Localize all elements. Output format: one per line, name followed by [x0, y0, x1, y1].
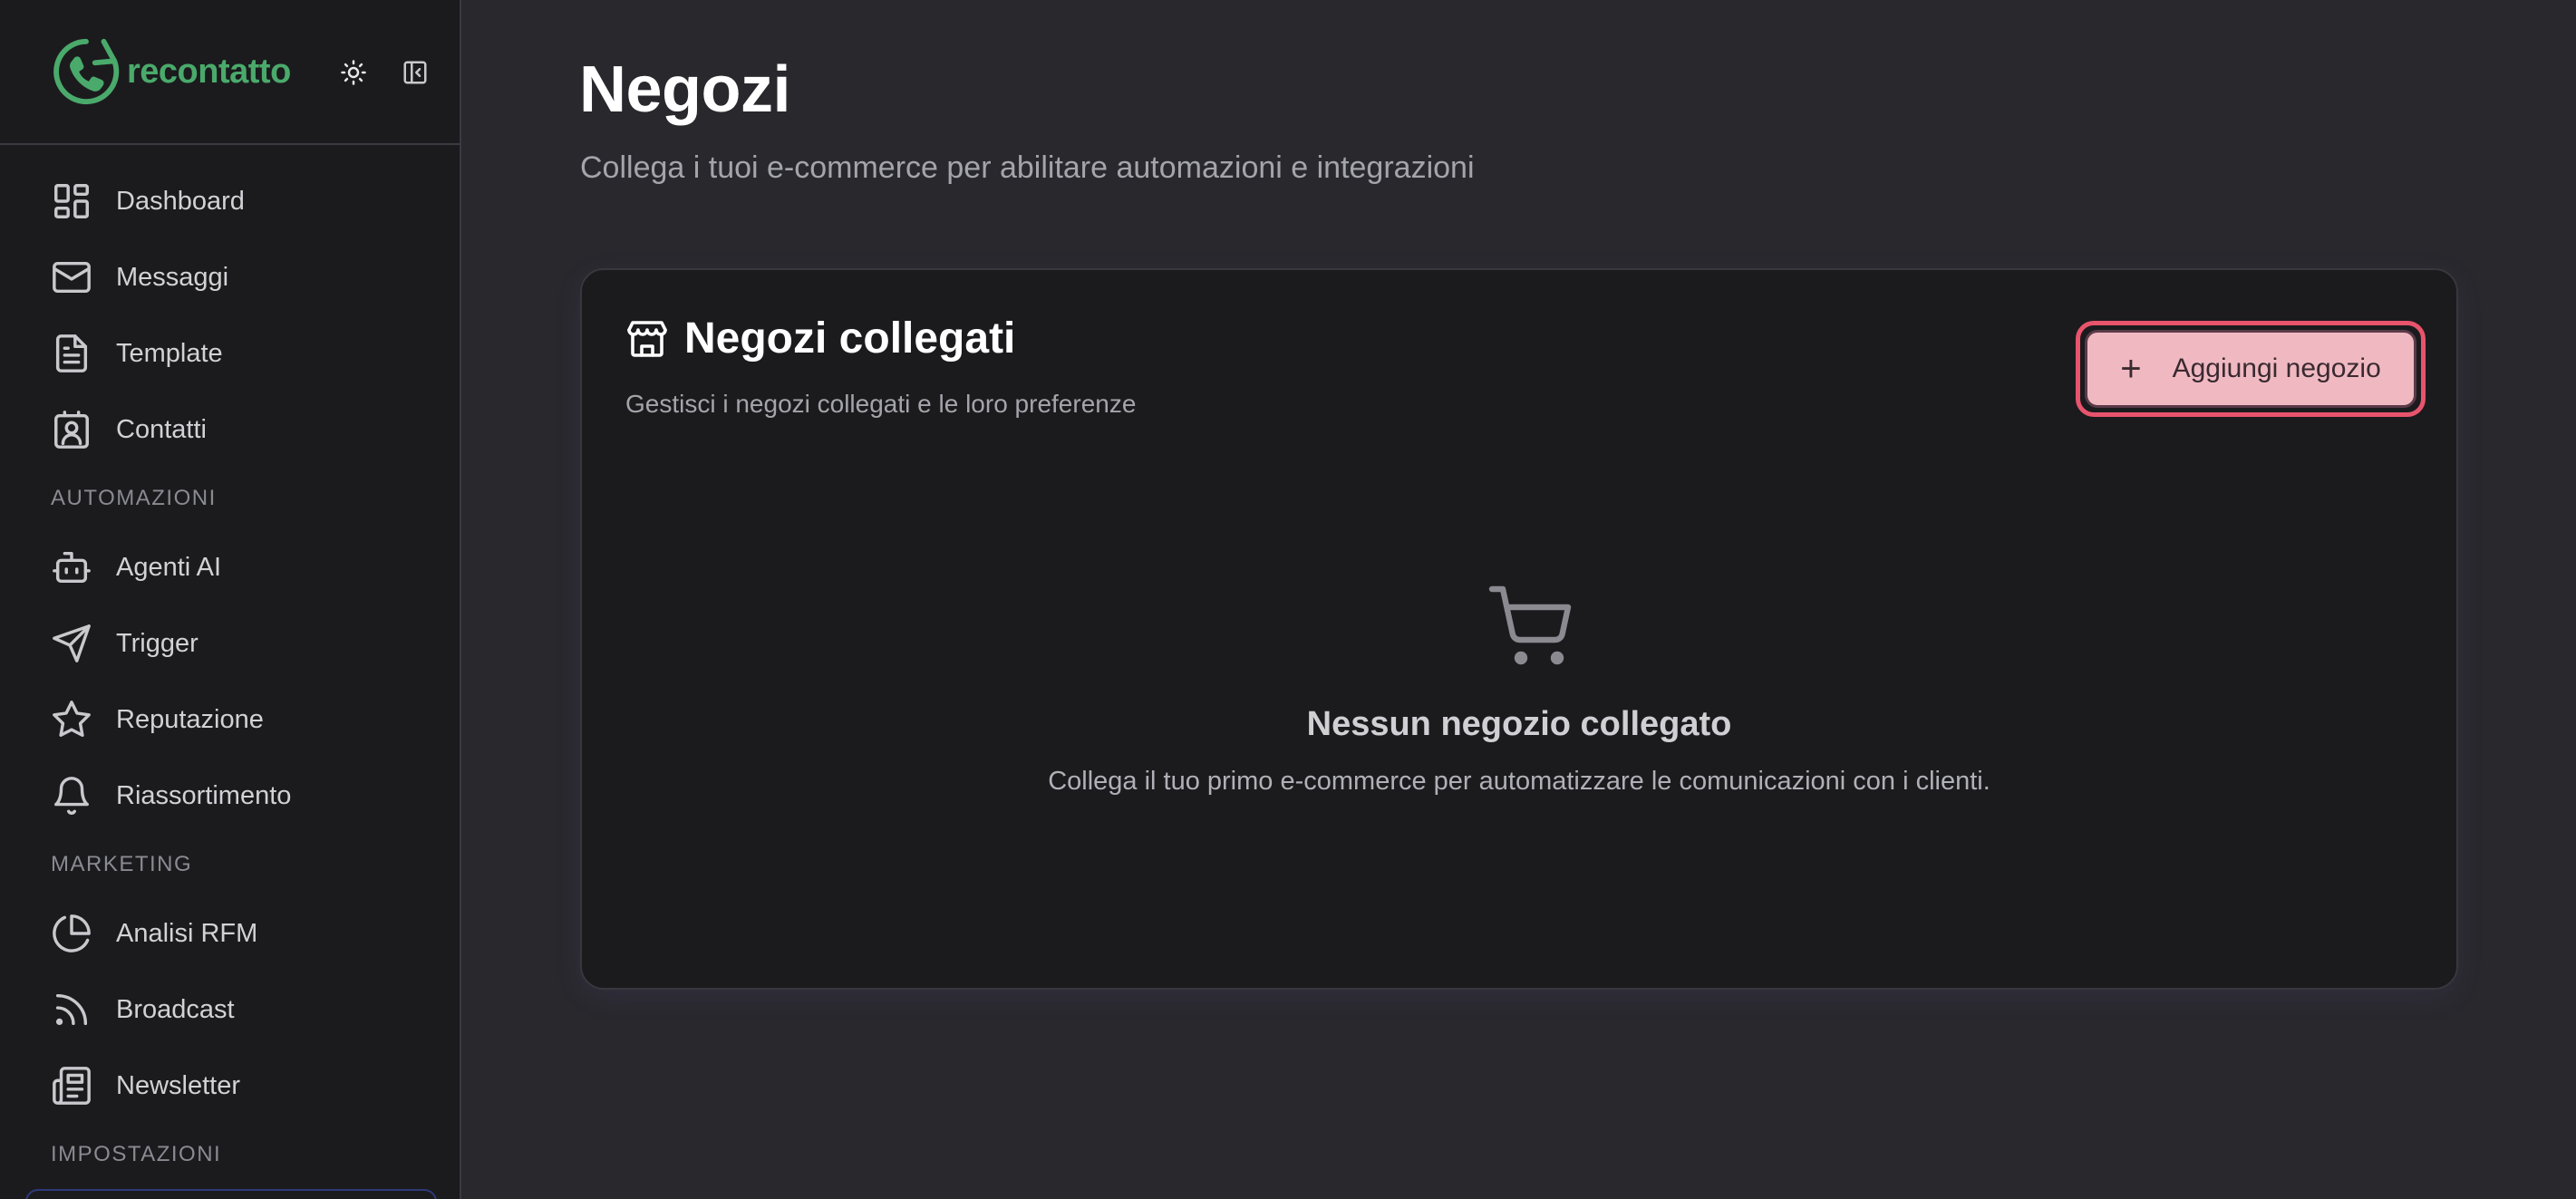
sidebar-item-label: Reputazione: [116, 704, 264, 734]
theme-toggle-button[interactable]: [334, 53, 373, 92]
sidebar-item-label: Riassortimento: [116, 780, 292, 810]
sidebar-item-label: Dashboard: [116, 186, 245, 216]
sidebar-item-label: Trigger: [116, 628, 199, 658]
sidebar-item-messaggi[interactable]: Messaggi: [0, 239, 460, 315]
sidebar-item-newsletter[interactable]: Newsletter: [0, 1048, 460, 1124]
sidebar: recontatto Dashboard Messaggi Template C…: [0, 0, 461, 1199]
sidebar-item-dashboard[interactable]: Dashboard: [0, 163, 460, 239]
sidebar-item-label: Broadcast: [116, 994, 235, 1024]
section-label-impostazioni: IMPOSTAZIONI: [51, 1142, 222, 1166]
brand-name: recontatto: [127, 52, 291, 91]
collapse-sidebar-button[interactable]: [395, 53, 435, 92]
empty-state-title: Nessun negozio collegato: [1306, 705, 1732, 743]
page-subtitle: Collega i tuoi e-commerce per abilitare …: [580, 150, 1475, 185]
sidebar-item-template[interactable]: Template: [0, 315, 460, 392]
store-icon: [627, 321, 667, 357]
sun-icon: [341, 60, 366, 85]
plus-icon: +: [2120, 349, 2142, 389]
sidebar-item-riassortimento[interactable]: Riassortimento: [0, 758, 460, 834]
bell-icon: [54, 777, 89, 815]
add-store-button-focus-ring: + Aggiungi negozio: [2076, 321, 2426, 417]
connected-stores-card: Negozi collegati Gestisci i negozi colle…: [580, 268, 2458, 990]
sidebar-item-broadcast[interactable]: Broadcast: [0, 972, 460, 1048]
rss-icon: [55, 993, 88, 1026]
star-icon: [53, 701, 91, 737]
brand-header: recontatto: [0, 0, 460, 145]
sidebar-item-label: Contatti: [116, 414, 207, 444]
sidebar-item-analisi-rfm[interactable]: Analisi RFM: [0, 895, 460, 972]
sidebar-item-label: Messaggi: [116, 262, 229, 292]
dashboard-icon: [54, 184, 89, 218]
phone-callback-logo-icon: [53, 38, 120, 105]
sidebar-item-label: Analisi RFM: [116, 918, 258, 948]
bot-icon: [53, 551, 91, 584]
section-label-automazioni: AUTOMAZIONI: [51, 486, 217, 510]
shopping-cart-icon: [1488, 585, 1572, 665]
file-text-icon: [55, 334, 88, 372]
empty-state-description: Collega il tuo primo e-commerce per auto…: [1048, 767, 1990, 796]
add-store-button-label: Aggiungi negozio: [2172, 353, 2381, 383]
sidebar-item-contatti[interactable]: Contatti: [0, 392, 460, 468]
mail-icon: [53, 261, 91, 294]
sidebar-item-trigger[interactable]: Trigger: [0, 605, 460, 682]
main-content: Negozi Collega i tuoi e-commerce per abi…: [461, 0, 2576, 1199]
pie-chart-icon: [53, 914, 91, 952]
contact-icon: [54, 411, 89, 449]
sidebar-item-label: Newsletter: [116, 1070, 240, 1100]
newspaper-icon: [53, 1067, 91, 1105]
sidebar-item-label: Template: [116, 338, 223, 368]
sidebar-item-agenti-ai[interactable]: Agenti AI: [0, 529, 460, 605]
sidebar-nav: Dashboard Messaggi Template Contatti AUT…: [0, 145, 460, 1185]
sidebar-item-active-partial[interactable]: [25, 1189, 437, 1199]
card-title: Negozi collegati: [684, 314, 1016, 363]
section-label-marketing: MARKETING: [51, 852, 193, 876]
page-title: Negozi: [579, 53, 791, 126]
add-store-button[interactable]: + Aggiungi negozio: [2085, 330, 2416, 408]
card-description: Gestisci i negozi collegati e le loro pr…: [625, 390, 1137, 418]
panel-left-close-icon: [403, 61, 427, 84]
sidebar-item-label: Agenti AI: [116, 552, 222, 582]
send-icon: [53, 624, 91, 662]
sidebar-item-reputazione[interactable]: Reputazione: [0, 682, 460, 758]
